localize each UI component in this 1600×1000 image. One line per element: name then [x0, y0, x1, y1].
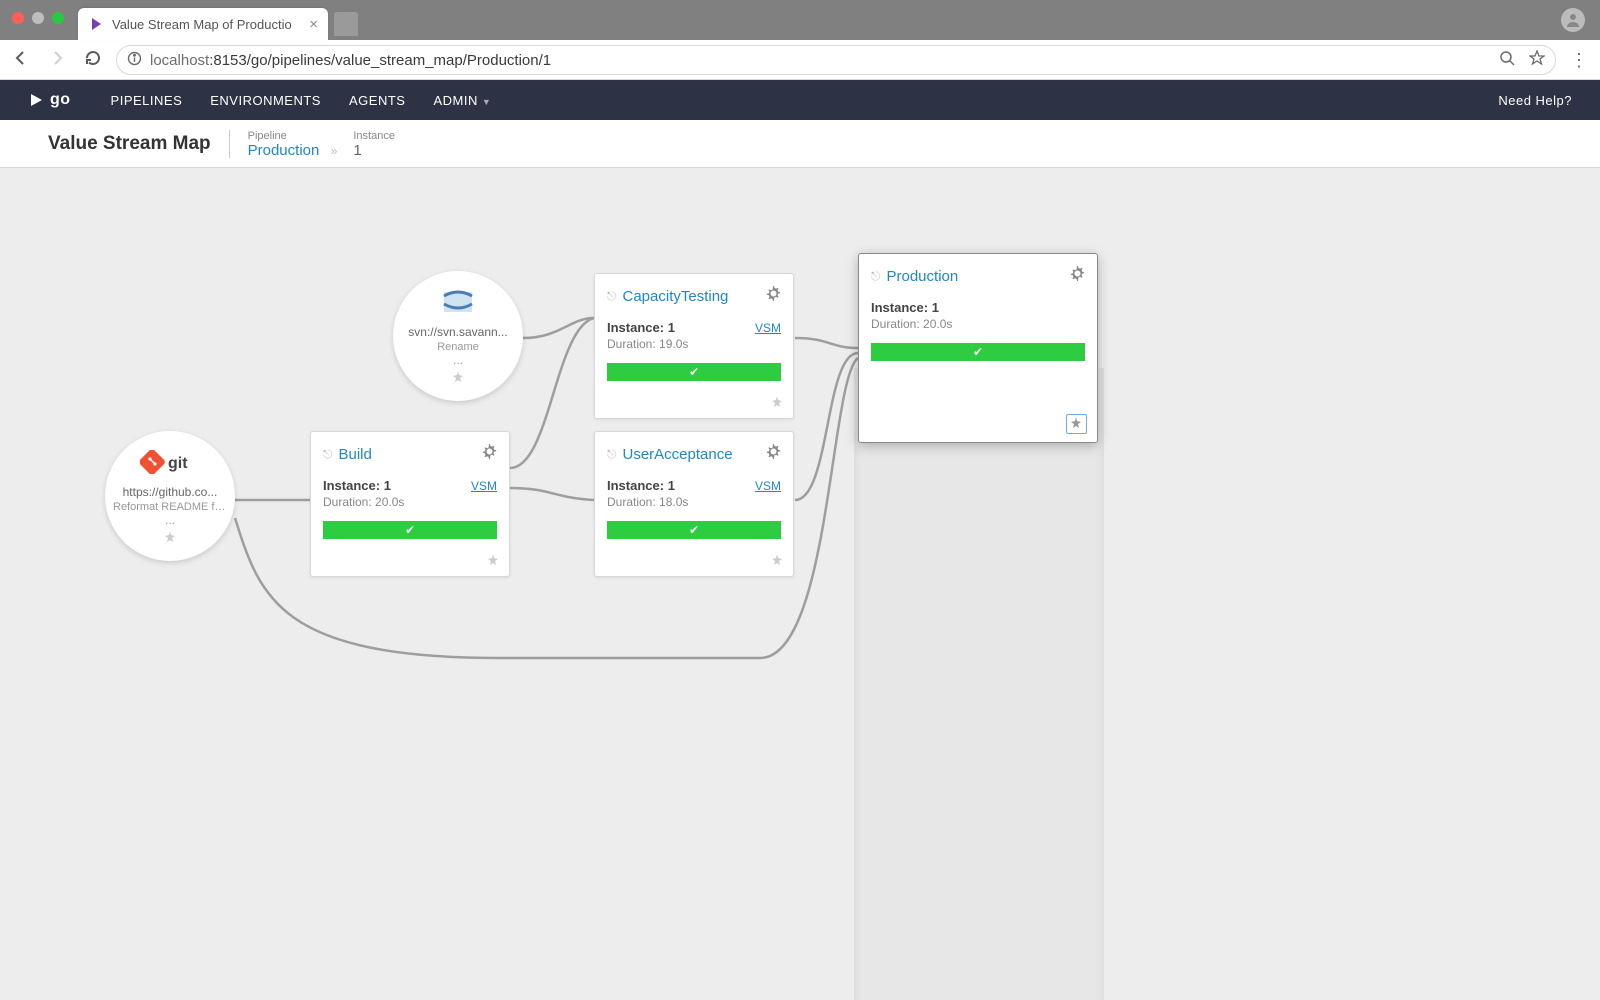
pin-icon[interactable] [105, 531, 235, 545]
forward-icon [48, 49, 66, 72]
browser-menu-icon[interactable]: ⋮ [1570, 50, 1588, 71]
new-tab-button[interactable] [334, 12, 358, 36]
need-help-link[interactable]: Need Help? [1498, 93, 1572, 108]
url-path: /go/pipelines/value_stream_map/Productio… [247, 52, 551, 69]
card-production[interactable]: ⎋ Production Instance: 1 Duration: 20.0s… [858, 253, 1098, 443]
material-svn-more[interactable]: ... [393, 353, 523, 367]
url-host: localhost [150, 52, 209, 69]
pipeline-icon: ⎋ [871, 269, 881, 284]
material-svn-url: svn://svn.savann... [393, 325, 523, 339]
pin-icon[interactable] [488, 554, 499, 568]
crumb-instance-value: 1 [353, 142, 361, 159]
nav-pipelines[interactable]: PIPELINES [111, 93, 183, 108]
brand-text: go [50, 91, 71, 109]
git-logo-icon: git [105, 445, 235, 479]
minimize-window-icon[interactable] [32, 12, 44, 24]
divider [229, 130, 230, 158]
nav-agents[interactable]: AGENTS [349, 93, 405, 108]
tab-favicon-icon [88, 16, 104, 32]
url-text: localhost:8153/go/pipelines/value_stream… [150, 52, 551, 69]
gear-icon[interactable] [766, 286, 781, 306]
app-header: go PIPELINES ENVIRONMENTS AGENTS ADMIN▼ … [0, 80, 1600, 120]
status-bar-success[interactable]: ✔ [607, 521, 781, 539]
pin-icon[interactable] [772, 396, 783, 410]
page-title: Value Stream Map [48, 133, 211, 155]
browser-toolbar: localhost:8153/go/pipelines/value_stream… [0, 40, 1600, 80]
card-capacity-title[interactable]: CapacityTesting [623, 288, 761, 305]
window-controls [12, 12, 64, 24]
svg-text:git: git [168, 455, 188, 472]
url-port: :8153 [209, 52, 247, 69]
check-icon: ✔ [405, 523, 415, 537]
duration: Duration: 19.0s [607, 337, 781, 351]
brand[interactable]: go [28, 91, 71, 109]
status-bar-success[interactable]: ✔ [323, 521, 497, 539]
svn-logo-icon [393, 285, 523, 319]
nav-links: PIPELINES ENVIRONMENTS AGENTS ADMIN▼ [111, 93, 492, 108]
pin-icon[interactable] [1066, 414, 1087, 434]
maximize-window-icon[interactable] [52, 12, 64, 24]
zoom-icon[interactable] [1499, 50, 1515, 70]
site-info-icon[interactable] [127, 51, 142, 70]
vsm-link[interactable]: VSM [755, 479, 781, 493]
pipeline-icon: ⎋ [607, 289, 617, 304]
vsm-link[interactable]: VSM [755, 321, 781, 335]
breadcrumb: Pipeline Production » [248, 128, 346, 159]
check-icon: ✔ [689, 365, 699, 379]
tab-close-icon[interactable]: × [309, 16, 318, 33]
material-git-url: https://github.co... [105, 485, 235, 499]
status-bar-success[interactable]: ✔ [607, 363, 781, 381]
pin-icon[interactable] [393, 371, 523, 385]
crumb-pipeline-link[interactable]: Production [248, 142, 320, 159]
browser-tab[interactable]: Value Stream Map of Productio × [78, 8, 328, 40]
pipeline-icon: ⎋ [607, 447, 617, 462]
duration: Duration: 20.0s [323, 495, 497, 509]
connectors [0, 168, 1600, 1000]
address-bar[interactable]: localhost:8153/go/pipelines/value_stream… [116, 45, 1556, 75]
bookmark-star-icon[interactable] [1529, 50, 1545, 70]
gear-icon[interactable] [766, 444, 781, 464]
selected-column-highlight [854, 368, 1104, 1000]
card-build-title[interactable]: Build [339, 446, 477, 463]
material-svn-msg: Rename [393, 341, 523, 353]
material-git[interactable]: git https://github.co... Reformat README… [105, 431, 235, 561]
nav-environments[interactable]: ENVIRONMENTS [210, 93, 321, 108]
pin-icon[interactable] [772, 554, 783, 568]
card-production-title[interactable]: Production [887, 268, 1065, 285]
reload-icon[interactable] [84, 49, 102, 72]
card-build[interactable]: ⎋ Build Instance: 1 VSM Duration: 20.0s … [310, 431, 510, 577]
chevron-right-icon: » [331, 144, 338, 158]
vsm-canvas[interactable]: svn://svn.savann... Rename ... git https… [0, 168, 1600, 1000]
card-user-acceptance[interactable]: ⎋ UserAcceptance Instance: 1 VSM Duratio… [594, 431, 794, 577]
crumb-instance-label: Instance [353, 130, 395, 142]
close-window-icon[interactable] [12, 12, 24, 24]
nav-admin[interactable]: ADMIN▼ [433, 93, 491, 108]
material-git-msg: Reformat README for... [105, 501, 235, 513]
material-git-more[interactable]: ... [105, 513, 235, 527]
chevron-down-icon: ▼ [482, 97, 491, 107]
card-capacity-testing[interactable]: ⎋ CapacityTesting Instance: 1 VSM Durati… [594, 273, 794, 419]
profile-avatar-icon[interactable] [1561, 8, 1585, 32]
gear-icon[interactable] [1070, 266, 1085, 286]
duration: Duration: 20.0s [871, 317, 1085, 331]
sub-header: Value Stream Map Pipeline Production » I… [0, 120, 1600, 168]
back-icon[interactable] [12, 49, 30, 72]
tabstrip: Value Stream Map of Productio × [0, 0, 1600, 40]
check-icon: ✔ [689, 523, 699, 537]
gear-icon[interactable] [482, 444, 497, 464]
card-useracc-title[interactable]: UserAcceptance [623, 446, 761, 463]
material-svn[interactable]: svn://svn.savann... Rename ... [393, 271, 523, 401]
tab-title: Value Stream Map of Productio [112, 17, 292, 32]
duration: Duration: 18.0s [607, 495, 781, 509]
breadcrumb-instance: Instance 1 [353, 128, 395, 159]
crumb-pipeline-label: Pipeline [248, 130, 287, 142]
vsm-link[interactable]: VSM [471, 479, 497, 493]
check-icon: ✔ [973, 345, 983, 359]
pipeline-icon: ⎋ [323, 447, 333, 462]
status-bar-success[interactable]: ✔ [871, 343, 1085, 361]
browser-chrome: Value Stream Map of Productio × localho [0, 0, 1600, 80]
